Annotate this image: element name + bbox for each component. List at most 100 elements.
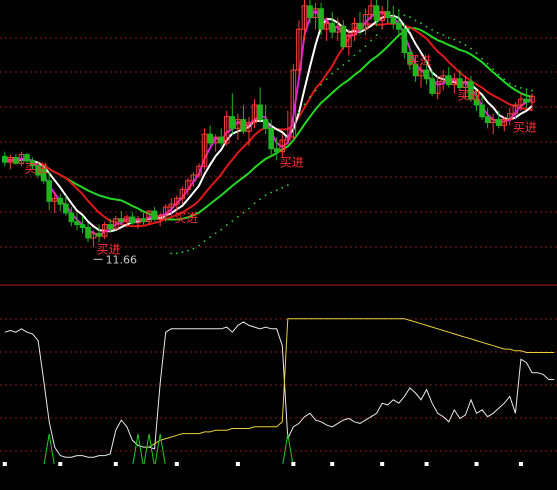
trailing-dot — [203, 240, 206, 243]
candle-body — [140, 218, 147, 223]
baseline-marker — [58, 462, 63, 466]
trailing-dot — [225, 224, 228, 226]
trailing-dot — [320, 83, 323, 86]
baseline-marker — [380, 462, 385, 466]
trailing-dot — [442, 34, 445, 36]
trailing-dot — [370, 39, 372, 42]
trailing-dot — [214, 232, 217, 235]
candle-body — [495, 119, 502, 126]
trailing-dot — [508, 82, 511, 85]
stock-chart: 买进买进买进买进买进买进买进 11.66 — [0, 0, 557, 490]
trailing-dot — [220, 228, 223, 231]
trailing-dot — [436, 31, 439, 34]
candle-body — [401, 28, 408, 53]
trailing-dot — [298, 111, 300, 114]
trailing-dot — [514, 85, 517, 88]
candle-body — [484, 116, 491, 123]
buy-signal-label: 买进 — [280, 155, 304, 169]
candle-body — [207, 133, 213, 144]
candle-body — [257, 104, 263, 121]
candle-body — [79, 224, 86, 228]
trailing-dot — [458, 41, 461, 44]
trailing-dot — [520, 87, 522, 89]
trailing-dot — [286, 184, 289, 187]
buy-signal-label: 买进 — [407, 53, 431, 67]
candle-body — [85, 227, 91, 239]
trailing-dot — [264, 194, 267, 197]
trailing-dot — [375, 34, 378, 37]
buy-signal-label: 买进 — [24, 161, 48, 175]
trailing-dot — [470, 47, 472, 50]
candle-body — [262, 119, 269, 129]
candle-body — [129, 216, 136, 224]
trailing-dot — [397, 9, 400, 12]
candle-body — [357, 22, 363, 30]
candle-body — [457, 78, 463, 88]
trailing-dot — [492, 68, 495, 71]
trailing-dot — [331, 72, 334, 75]
trailing-dot — [403, 14, 406, 17]
low-price-label: 11.66 — [106, 253, 138, 266]
trailing-dot — [420, 22, 422, 25]
trailing-dot — [414, 19, 417, 22]
candle-body — [13, 157, 19, 164]
trailing-dot — [431, 28, 434, 31]
candle-body — [429, 78, 435, 94]
candle-body — [268, 127, 274, 150]
buy-signal-label: 买进 — [174, 211, 198, 225]
baseline-marker — [113, 462, 118, 466]
candle-body — [523, 98, 530, 103]
candle-body — [1, 155, 8, 163]
trailing-dot — [464, 44, 467, 46]
baseline-marker — [291, 462, 296, 466]
candle-body — [390, 17, 397, 24]
candle-body — [63, 203, 69, 214]
trailing-dot — [309, 95, 311, 98]
baseline-marker — [2, 462, 7, 466]
candle-body — [68, 212, 75, 223]
trailing-dot — [281, 186, 284, 189]
candle-body — [373, 5, 380, 21]
candle-body — [229, 116, 236, 129]
trailing-dot — [181, 251, 184, 254]
candle-body — [479, 104, 485, 118]
baseline-marker — [474, 462, 479, 466]
trailing-dot — [253, 202, 256, 205]
candle-body — [329, 22, 336, 33]
candle-body — [151, 210, 158, 220]
trailing-dot — [486, 62, 489, 65]
baseline-marker — [174, 462, 179, 466]
trailing-dot — [531, 89, 533, 92]
trailing-dot — [497, 73, 500, 76]
trailing-dot — [209, 236, 212, 238]
candle-body — [423, 69, 430, 80]
candle-body — [307, 5, 313, 19]
trailing-dot — [353, 54, 356, 57]
baseline-marker — [330, 462, 335, 466]
trailing-dot — [325, 78, 328, 81]
candle-body — [107, 224, 114, 230]
trailing-dot — [198, 244, 200, 247]
trailing-dot — [175, 252, 178, 255]
candle-body — [74, 221, 80, 226]
trailing-dot — [447, 37, 450, 39]
candle-body — [318, 8, 324, 30]
trailing-dot — [336, 68, 339, 71]
candle-body — [218, 136, 225, 144]
trailing-dot — [248, 207, 250, 210]
trailing-dot — [303, 103, 306, 106]
candle-body — [118, 218, 125, 223]
candle-body — [445, 75, 452, 86]
trailing-dot — [453, 38, 456, 41]
trailing-dot — [259, 198, 261, 201]
candle-body — [24, 154, 30, 162]
baseline-marker — [235, 462, 240, 466]
trailing-dot — [409, 16, 411, 18]
trailing-dot — [236, 215, 239, 218]
chart-background — [0, 0, 557, 490]
trailing-dot — [525, 88, 528, 91]
trailing-dot — [347, 59, 350, 62]
trailing-dot — [187, 249, 189, 252]
trailing-dot — [270, 191, 273, 194]
trailing-dot — [425, 25, 428, 28]
